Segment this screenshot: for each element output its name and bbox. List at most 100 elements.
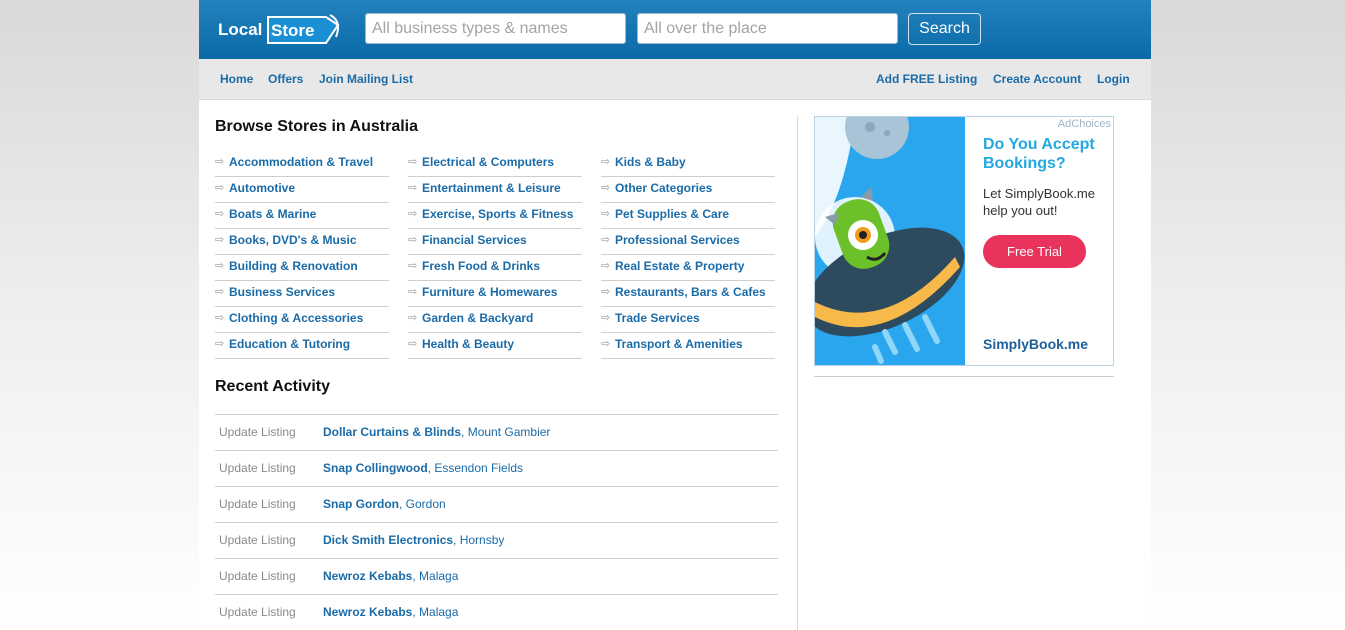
arrow-right-icon: ⇨ [408,312,418,324]
category-link[interactable]: ⇨ Automotive [215,177,389,203]
category-label: Business Services [229,285,336,299]
arrow-right-icon: ⇨ [601,260,611,272]
activity-business-link[interactable]: Newroz Kebabs [323,569,412,583]
arrow-right-icon: ⇨ [601,338,611,350]
category-link[interactable]: ⇨ Exercise, Sports & Fitness [408,203,582,229]
arrow-right-icon: ⇨ [601,286,611,298]
nav-create-account-link[interactable]: Create Account [993,59,1081,99]
category-link[interactable]: ⇨ Professional Services [601,229,775,255]
separator: , [461,425,468,439]
activity-type: Update Listing [219,497,296,511]
ad-banner[interactable]: AdChoices Do You Accept Bookings? Let Si… [814,116,1114,366]
activity-type: Update Listing [219,461,296,475]
search-button[interactable]: Search [908,13,981,45]
category-link[interactable]: ⇨ Accommodation & Travel [215,151,389,177]
column-divider [797,116,798,630]
category-label: Automotive [229,181,295,195]
activity-business-link[interactable]: Newroz Kebabs [323,605,412,619]
category-label: Other Categories [615,181,713,195]
activity-type: Update Listing [219,533,296,547]
activity-location-link[interactable]: Mount Gambier [468,425,551,439]
category-label: Trade Services [615,311,700,325]
arrow-right-icon: ⇨ [215,286,225,298]
activity-row: Update Listing Dollar Curtains & Blinds, … [215,414,778,450]
category-link[interactable]: ⇨ Business Services [215,281,389,307]
arrow-right-icon: ⇨ [601,234,611,246]
activity-location-link[interactable]: Gordon [406,497,446,511]
category-link[interactable]: ⇨ Trade Services [601,307,775,333]
ad-body: Let SimplyBook.me help you out! [983,186,1095,218]
activity-title: Recent Activity [215,378,330,395]
activity-business-link[interactable]: Snap Gordon [323,497,399,511]
ad-choices-label[interactable]: AdChoices [1058,118,1111,130]
search-business-input[interactable]: All business types & names [365,13,626,44]
arrow-right-icon: ⇨ [408,260,418,272]
nav-add-listing-link[interactable]: Add FREE Listing [876,59,977,99]
category-label: Garden & Backyard [422,311,534,325]
category-link[interactable]: ⇨ Health & Beauty [408,333,582,359]
category-label: Restaurants, Bars & Cafes [615,285,766,299]
category-link[interactable]: ⇨ Garden & Backyard [408,307,582,333]
category-link[interactable]: ⇨ Entertainment & Leisure [408,177,582,203]
category-label: Professional Services [615,233,740,247]
category-link[interactable]: ⇨ Financial Services [408,229,582,255]
arrow-right-icon: ⇨ [408,182,418,194]
category-label: Fresh Food & Drinks [422,259,541,273]
category-link[interactable]: ⇨ Electrical & Computers [408,151,582,177]
activity-row: Update Listing Newroz Kebabs, Malaga [215,558,778,594]
category-link[interactable]: ⇨ Books, DVD's & Music [215,229,389,255]
category-label: Boats & Marine [229,207,317,221]
category-link[interactable]: ⇨ Pet Supplies & Care [601,203,775,229]
arrow-right-icon: ⇨ [601,312,611,324]
ad-brand-logo: SimplyBook.me [983,336,1089,352]
activity-business-link[interactable]: Snap Collingwood [323,461,428,475]
arrow-right-icon: ⇨ [601,208,611,220]
activity-location-link[interactable]: Malaga [419,569,458,583]
activity-location-link[interactable]: Essendon Fields [434,461,523,475]
arrow-right-icon: ⇨ [215,156,225,168]
category-link[interactable]: ⇨ Transport & Amenities [601,333,775,359]
arrow-right-icon: ⇨ [408,208,418,220]
ad-illustration [815,117,965,365]
category-link[interactable]: ⇨ Fresh Food & Drinks [408,255,582,281]
activity-location-link[interactable]: Malaga [419,605,458,619]
category-link[interactable]: ⇨ Restaurants, Bars & Cafes [601,281,775,307]
category-link[interactable]: ⇨ Building & Renovation [215,255,389,281]
category-label: Entertainment & Leisure [422,181,561,195]
arrow-right-icon: ⇨ [215,182,225,194]
category-label: Electrical & Computers [422,155,555,169]
page: Local Store All business types & names A… [199,0,1151,630]
ad-free-trial-button[interactable]: Free Trial [983,235,1086,268]
category-label: Real Estate & Property [615,259,745,273]
category-label: Furniture & Homewares [422,285,558,299]
category-link[interactable]: ⇨ Kids & Baby [601,151,775,177]
logo-text-right: Store [271,21,314,40]
activity-type: Update Listing [219,569,296,583]
category-label: Books, DVD's & Music [229,233,357,247]
arrow-right-icon: ⇨ [215,260,225,272]
arrow-right-icon: ⇨ [408,234,418,246]
activity-business-link[interactable]: Dick Smith Electronics [323,533,453,547]
category-link[interactable]: ⇨ Other Categories [601,177,775,203]
category-link[interactable]: ⇨ Education & Tutoring [215,333,389,359]
search-location-input[interactable]: All over the place [637,13,898,44]
nav-home-link[interactable]: Home [220,59,253,99]
category-link[interactable]: ⇨ Clothing & Accessories [215,307,389,333]
site-logo[interactable]: Local Store [218,13,342,45]
ad-divider [814,376,1114,377]
nav-login-link[interactable]: Login [1097,59,1130,99]
nav-mailing-list-link[interactable]: Join Mailing List [319,59,413,99]
category-label: Exercise, Sports & Fitness [422,207,574,221]
activity-business-link[interactable]: Dollar Curtains & Blinds [323,425,461,439]
top-bar: Local Store All business types & names A… [199,0,1151,59]
arrow-right-icon: ⇨ [408,338,418,350]
category-label: Building & Renovation [229,259,358,273]
separator: , [453,533,460,547]
category-link[interactable]: ⇨ Furniture & Homewares [408,281,582,307]
nav-offers-link[interactable]: Offers [268,59,303,99]
activity-location-link[interactable]: Hornsby [460,533,505,547]
activity-type: Update Listing [219,605,296,619]
category-label: Health & Beauty [422,337,515,351]
category-link[interactable]: ⇨ Boats & Marine [215,203,389,229]
category-link[interactable]: ⇨ Real Estate & Property [601,255,775,281]
